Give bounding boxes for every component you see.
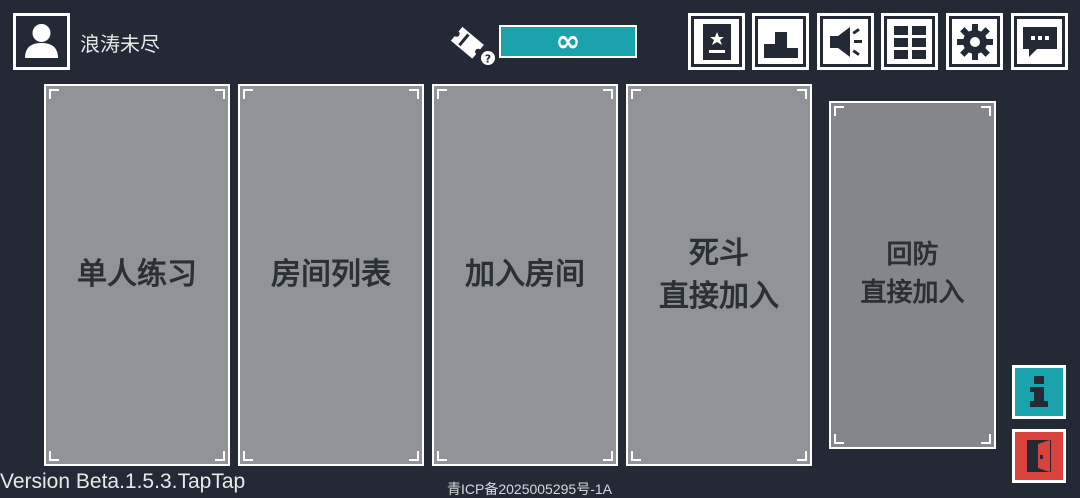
deathmatch-card[interactable]: 死斗 直接加入 [626,84,812,466]
grid-icon [893,25,926,59]
info-button[interactable] [1012,365,1066,419]
icp-license-text[interactable]: 青ICP备2025005295号-1A [447,479,612,498]
defense-subtitle: 直接加入 [860,278,965,308]
deathmatch-subtitle: 直接加入 [659,279,779,314]
exit-door-icon [1027,440,1051,472]
user-silhouette-icon [25,24,58,58]
defense-title: 回防 [886,240,939,271]
card-corner [981,106,991,116]
card-corner [603,89,613,99]
join-room-card[interactable]: 加入房间 [432,84,618,466]
deathmatch-label: 死斗 直接加入 [659,232,779,319]
card-corner [981,434,991,444]
profile-card-button[interactable] [688,13,745,70]
badge-star-icon [702,23,731,60]
card-corner [243,89,253,99]
card-corner [797,451,807,461]
room-list-card[interactable]: 房间列表 [238,84,424,466]
defense-label: 回防 直接加入 [860,237,964,312]
card-corner [409,89,419,99]
card-corner [834,106,844,116]
chat-bubble-icon [1022,26,1057,57]
ticket-question-icon[interactable]: ? [448,22,496,66]
leaderboard-button[interactable] [752,13,809,70]
room-list-label: 房间列表 [271,257,391,293]
card-corner [243,451,253,461]
info-icon [1030,376,1048,407]
chat-button[interactable] [1011,13,1068,70]
card-corner [437,89,447,99]
card-corner [631,451,641,461]
practice-mode-card[interactable]: 单人练习 [44,84,230,466]
podium-icon [763,31,798,58]
practice-mode-label: 单人练习 [77,257,197,293]
deathmatch-title: 死斗 [689,235,749,271]
announcement-button[interactable] [817,13,874,70]
svg-text:?: ? [485,53,491,66]
card-corner [215,89,225,99]
card-corner [49,89,59,99]
card-corner [215,451,225,461]
card-corner [409,451,419,461]
settings-button[interactable] [946,13,1003,70]
card-corner [797,89,807,99]
card-corner [603,451,613,461]
card-corner [49,451,59,461]
card-corner [834,434,844,444]
username: 浪涛未尽 [80,32,160,56]
exit-button[interactable] [1012,429,1066,483]
avatar[interactable] [13,13,70,70]
defense-card[interactable]: 回防 直接加入 [829,101,996,449]
grid-menu-button[interactable] [881,13,938,70]
join-room-label: 加入房间 [465,257,585,293]
ticket-count: ∞ [499,25,637,58]
gear-icon [956,23,993,60]
card-corner [437,451,447,461]
card-corner [631,89,641,99]
version-text: Version Beta.1.5.3.TapTap [0,470,246,493]
megaphone-icon [829,26,862,57]
